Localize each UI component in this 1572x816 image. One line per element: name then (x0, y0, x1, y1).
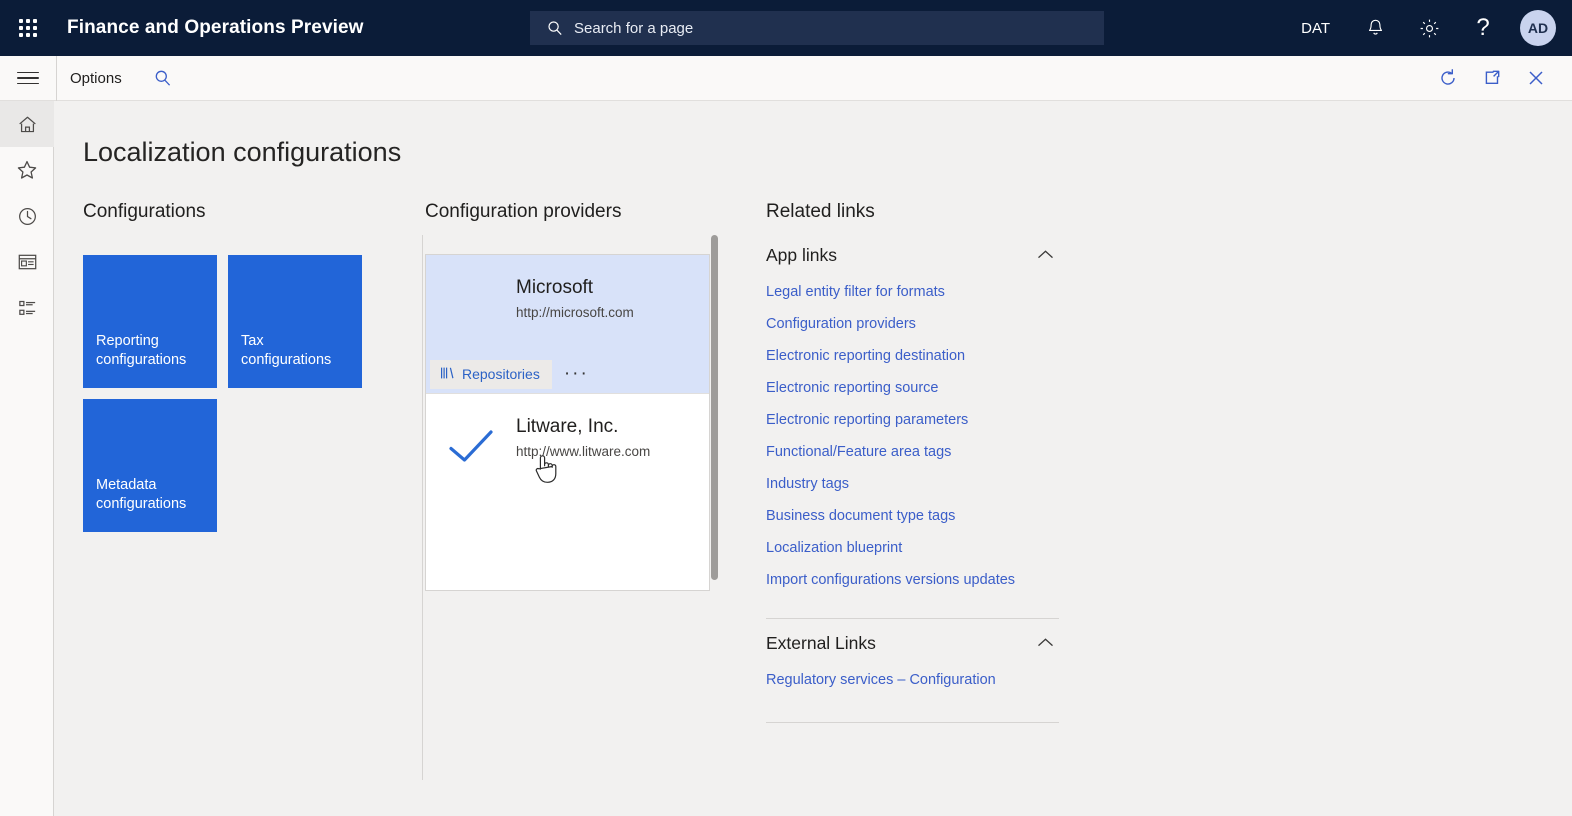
bell-icon[interactable] (1348, 0, 1402, 56)
app-links-list: Legal entity filter for formats Configur… (766, 276, 1059, 596)
tile-tax-configurations[interactable]: Tax configurations (228, 255, 362, 388)
repositories-label: Repositories (462, 366, 540, 382)
link-electronic-reporting-destination[interactable]: Electronic reporting destination (766, 340, 1059, 372)
provider-card-text: Litware, Inc. http://www.litware.com (516, 394, 660, 494)
tile-label-line1: Tax (241, 333, 264, 349)
provider-card-microsoft[interactable]: Microsoft http://microsoft.com Repositor… (426, 255, 709, 394)
gear-icon[interactable] (1402, 0, 1456, 56)
tile-metadata-configurations[interactable]: Metadata configurations (83, 399, 217, 532)
company-selector[interactable]: DAT (1283, 20, 1348, 37)
application-window: Finance and Operations Preview Search fo… (0, 0, 1572, 816)
link-electronic-reporting-parameters[interactable]: Electronic reporting parameters (766, 404, 1059, 436)
app-launcher-grid (19, 19, 37, 37)
provider-card-list: Microsoft http://microsoft.com Repositor… (425, 254, 710, 591)
more-options-button[interactable]: ··· (552, 364, 601, 384)
configurations-section: Configurations Reporting configurations … (83, 201, 403, 532)
search-icon (547, 20, 563, 36)
hamburger-icon[interactable] (0, 56, 56, 100)
scrollbar-thumb[interactable] (711, 235, 718, 580)
app-links-title: App links (766, 245, 838, 265)
external-links-header[interactable]: External Links (766, 633, 1059, 654)
page-title: Localization configurations (83, 137, 402, 167)
help-glyph: ? (1476, 14, 1490, 41)
configurations-heading: Configurations (83, 201, 206, 222)
provider-card-spacer (426, 494, 709, 590)
global-search-input[interactable]: Search for a page (530, 11, 1104, 45)
top-navigation-bar: Finance and Operations Preview Search fo… (0, 0, 1572, 56)
provider-card-text: Microsoft http://microsoft.com (516, 255, 644, 355)
external-links-title: External Links (766, 633, 876, 653)
page-content: Localization configurations Configuratio… (54, 101, 1572, 816)
section-divider-bottom (766, 722, 1059, 723)
link-import-configurations-versions-updates[interactable]: Import configurations versions updates (766, 564, 1059, 596)
app-title: Finance and Operations Preview (67, 17, 364, 38)
configuration-tiles: Reporting configurations Tax configurati… (83, 255, 373, 532)
tile-label-line2: configurations (96, 496, 187, 512)
tile-label: Tax configurations (241, 332, 331, 370)
avatar[interactable]: AD (1520, 10, 1556, 46)
configuration-providers-heading: Configuration providers (425, 201, 622, 222)
chevron-up-icon[interactable] (1037, 635, 1054, 653)
tile-label: Metadata configurations (96, 476, 186, 514)
tile-label-line1: Reporting (96, 333, 159, 349)
repositories-button[interactable]: Repositories (430, 359, 552, 389)
related-links-section: Related links App links Legal entity fil… (766, 201, 1096, 723)
link-functional-feature-area-tags[interactable]: Functional/Feature area tags (766, 436, 1059, 468)
close-icon[interactable] (1514, 56, 1558, 100)
provider-name: Microsoft (516, 277, 594, 298)
provider-url: http://www.litware.com (516, 444, 651, 459)
tile-reporting-configurations[interactable]: Reporting configurations (83, 255, 217, 388)
related-links-heading: Related links (766, 201, 875, 222)
page-search-icon[interactable] (154, 69, 172, 87)
tile-label-line1: Metadata (96, 477, 157, 493)
provider-card-actions: Repositories ··· (426, 355, 709, 393)
app-links-group: App links Legal entity filter for format… (766, 245, 1059, 596)
link-regulatory-services-configuration[interactable]: Regulatory services – Configuration (766, 664, 1059, 696)
external-links-group: External Links Regulatory services – Con… (766, 633, 1059, 696)
link-electronic-reporting-source[interactable]: Electronic reporting source (766, 372, 1059, 404)
command-bar: Options (0, 55, 1572, 101)
hamburger-lines (17, 68, 39, 89)
tile-label-line2: configurations (96, 352, 187, 368)
provider-check-slot (426, 255, 516, 355)
external-links-list: Regulatory services – Configuration (766, 664, 1059, 696)
link-business-document-type-tags[interactable]: Business document type tags (766, 500, 1059, 532)
link-industry-tags[interactable]: Industry tags (766, 468, 1059, 500)
app-launcher-icon[interactable] (0, 0, 56, 56)
link-configuration-providers[interactable]: Configuration providers (766, 308, 1059, 340)
global-search-placeholder: Search for a page (574, 19, 694, 37)
top-nav-actions: DAT ? AD (1283, 0, 1572, 56)
chevron-up-icon[interactable] (1037, 247, 1054, 265)
tile-label-line2: configurations (241, 352, 332, 368)
checkmark-icon (426, 394, 516, 494)
configuration-providers-section: Configuration providers Microsoft http:/… (425, 201, 725, 591)
left-navigation-rail (0, 101, 54, 816)
command-bar-divider (56, 55, 57, 101)
rail-item-recent[interactable] (0, 193, 54, 239)
rail-item-workspaces[interactable] (0, 239, 54, 285)
section-divider-top (766, 618, 1059, 619)
app-links-header[interactable]: App links (766, 245, 1059, 266)
link-localization-blueprint[interactable]: Localization blueprint (766, 532, 1059, 564)
provider-card-body: Litware, Inc. http://www.litware.com (426, 394, 709, 494)
tile-label: Reporting configurations (96, 332, 186, 370)
provider-list-scrollbar[interactable] (711, 235, 718, 780)
link-legal-entity-filter-for-formats[interactable]: Legal entity filter for formats (766, 276, 1059, 308)
column-divider (422, 235, 423, 780)
provider-card-body: Microsoft http://microsoft.com (426, 255, 709, 355)
books-icon (440, 366, 455, 383)
open-in-new-window-icon[interactable] (1470, 56, 1514, 100)
provider-name: Litware, Inc. (516, 416, 619, 437)
provider-url: http://microsoft.com (516, 305, 634, 320)
options-button[interactable]: Options (70, 70, 122, 87)
provider-card-litware[interactable]: Litware, Inc. http://www.litware.com (426, 394, 709, 590)
rail-item-home[interactable] (0, 101, 54, 147)
refresh-icon[interactable] (1426, 56, 1470, 100)
rail-item-favorites[interactable] (0, 147, 54, 193)
question-mark-icon[interactable]: ? (1456, 0, 1510, 56)
rail-item-modules[interactable] (0, 285, 54, 331)
command-bar-right-actions (1426, 56, 1558, 100)
